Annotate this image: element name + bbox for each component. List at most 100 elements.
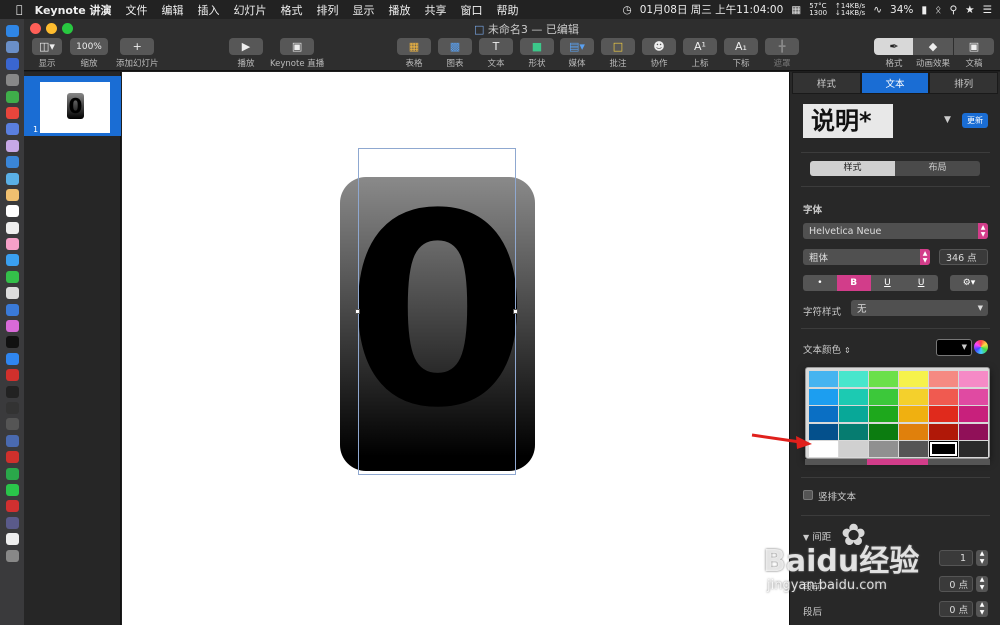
activity-icon[interactable]: [5, 401, 19, 414]
network-readout[interactable]: ↑14KB/s ↓14KB/s: [835, 2, 865, 17]
color-swatch[interactable]: [959, 441, 988, 457]
trash-icon[interactable]: [5, 549, 19, 562]
menu-view[interactable]: 显示: [353, 2, 375, 18]
color-swatch[interactable]: [959, 371, 988, 387]
color-swatch[interactable]: [809, 371, 838, 387]
app-icon[interactable]: [5, 467, 19, 480]
text-options-button[interactable]: ⚙▾: [950, 275, 988, 291]
menu-insert[interactable]: 插入: [198, 2, 220, 18]
clock-icon[interactable]: ◷: [623, 4, 632, 16]
minimize-button[interactable]: [46, 23, 57, 34]
menu-window[interactable]: 窗口: [461, 2, 483, 18]
android-icon[interactable]: [5, 90, 19, 103]
temp-readout[interactable]: 57°C 1300: [809, 2, 827, 17]
char-style-select[interactable]: 无 ▼: [851, 300, 988, 316]
color-swatch[interactable]: [839, 388, 868, 405]
battery-icon[interactable]: ▮: [921, 4, 927, 16]
list-icon[interactable]: ☰: [983, 4, 992, 16]
mask-button[interactable]: ╋ 遮罩: [765, 38, 799, 69]
subtab-layout[interactable]: 布局: [895, 161, 980, 176]
zoom-control[interactable]: 100% 缩放: [70, 38, 108, 69]
app-icon[interactable]: [5, 418, 19, 431]
terminal-icon[interactable]: [5, 385, 19, 398]
search-icon[interactable]: ⚲: [949, 4, 957, 16]
animate-button[interactable]: ◆ 动画效果: [913, 38, 953, 69]
preview-icon[interactable]: [5, 172, 19, 185]
view-button[interactable]: ◫▾ 显示: [32, 38, 62, 69]
notes-icon[interactable]: [5, 188, 19, 201]
app-icon[interactable]: [5, 287, 19, 300]
zoom-button[interactable]: [62, 23, 73, 34]
color-swatch[interactable]: [959, 406, 988, 422]
star-icon[interactable]: ★: [965, 4, 974, 16]
font-family-select[interactable]: Helvetica Neue ▲ ▼: [803, 223, 988, 239]
underline-button[interactable]: U: [870, 275, 905, 291]
color-swatch[interactable]: [869, 371, 898, 387]
menu-arrange[interactable]: 排列: [317, 2, 339, 18]
play-button[interactable]: ▶ 播放: [229, 38, 263, 69]
color-swatch[interactable]: [839, 441, 868, 457]
menu-app-name[interactable]: Keynote 讲演: [35, 2, 112, 18]
color-swatch[interactable]: [899, 406, 928, 422]
close-button[interactable]: [30, 23, 41, 34]
tab-text[interactable]: 文本: [860, 72, 930, 94]
add-slide-button[interactable]: + 添加幻灯片: [116, 38, 159, 69]
color-swatch[interactable]: [809, 388, 838, 405]
bullet-button[interactable]: •: [803, 275, 837, 291]
app-icon[interactable]: [5, 516, 19, 529]
vpn-icon[interactable]: [5, 434, 19, 447]
color-swatch[interactable]: [809, 406, 838, 422]
color-wheel-icon[interactable]: [974, 340, 988, 354]
comment-button[interactable]: □ 批注: [601, 38, 635, 69]
text-color-well[interactable]: ▼: [936, 339, 972, 356]
color-swatch[interactable]: [959, 388, 988, 405]
menu-edit[interactable]: 编辑: [162, 2, 184, 18]
shape-button[interactable]: ■ 形状: [520, 38, 554, 69]
app-icon[interactable]: [5, 156, 19, 169]
datetime[interactable]: 01月08日 周三 上午11:04:00: [640, 2, 784, 17]
menu-share[interactable]: 共享: [425, 2, 447, 18]
reminders-icon[interactable]: [5, 221, 19, 234]
color-swatch[interactable]: [899, 388, 928, 405]
line-spacing-field[interactable]: 1: [939, 550, 973, 566]
slide-thumbnail-selected[interactable]: 1 0: [24, 76, 121, 136]
tab-arrange[interactable]: 排列: [929, 72, 999, 94]
finder-icon[interactable]: [5, 25, 19, 37]
color-swatch[interactable]: [929, 423, 958, 440]
photos-icon[interactable]: [5, 238, 19, 251]
messages-icon[interactable]: [5, 254, 19, 267]
subtab-style[interactable]: 样式: [810, 161, 895, 176]
wechat-icon[interactable]: [5, 483, 19, 496]
color-swatch[interactable]: [899, 371, 928, 387]
keynote-live-button[interactable]: ▣ Keynote 直播: [270, 38, 324, 69]
yandex-icon[interactable]: [5, 451, 19, 464]
color-swatch[interactable]: [839, 406, 868, 422]
color-swatch[interactable]: [899, 441, 928, 457]
color-swatch[interactable]: [869, 423, 898, 440]
chart-button[interactable]: ▩ 图表: [438, 38, 472, 69]
color-swatch[interactable]: [929, 388, 958, 405]
rocket-icon[interactable]: [5, 74, 19, 87]
color-swatch[interactable]: [869, 388, 898, 405]
podcasts-icon[interactable]: [5, 320, 19, 333]
netease-icon[interactable]: [5, 500, 19, 513]
format-button[interactable]: ✒ 格式: [874, 38, 914, 69]
menu-file[interactable]: 文件: [126, 2, 148, 18]
after-field[interactable]: 0 点: [939, 601, 973, 617]
safari-icon[interactable]: [5, 57, 19, 70]
font-style-select[interactable]: 粗体 ▲ ▼: [803, 249, 930, 265]
appstore-icon[interactable]: [5, 352, 19, 365]
paragraph-style-menu-icon[interactable]: ▼: [944, 115, 951, 125]
wifi-icon[interactable]: ∿: [873, 4, 882, 16]
menu-format[interactable]: 格式: [281, 2, 303, 18]
font-size-field[interactable]: 346 点: [939, 249, 988, 265]
bluetooth-icon[interactable]: ᛟ: [935, 4, 941, 16]
apple-icon[interactable]: : [16, 3, 23, 16]
paragraph-style-preview[interactable]: 说明*: [803, 104, 893, 138]
slide-canvas[interactable]: 0: [122, 72, 789, 625]
vivaldi-icon[interactable]: [5, 369, 19, 382]
keynote-icon[interactable]: [5, 303, 19, 316]
bold-button[interactable]: B: [836, 275, 871, 291]
color-swatch[interactable]: [929, 371, 958, 387]
after-stepper[interactable]: ▲ ▼: [976, 601, 988, 617]
